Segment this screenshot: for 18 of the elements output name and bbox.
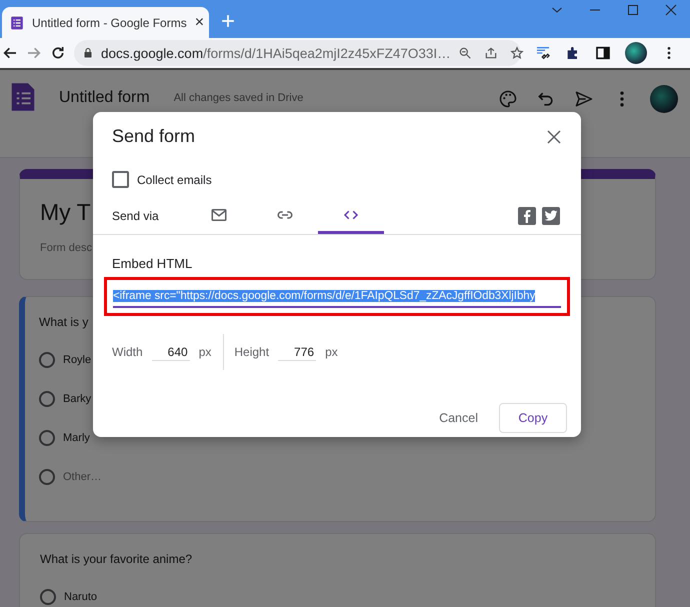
dialog-title: Send form [112,126,196,147]
tab-title: Untitled form - Google Forms [32,16,187,30]
section-title: Embed HTML [112,256,194,271]
option-label: Royle [63,354,92,366]
send-via-label: Send via [112,209,160,223]
url-text: docs.google.com/forms/d/1HAi5qea2mjI2z45xFZ47O33I… [101,46,451,60]
option-label: Naruto [64,590,98,602]
option-label: Other… [63,470,102,482]
question-title: What is y [39,315,90,329]
size-label: Height [234,345,270,359]
option-label: Barky [63,392,92,404]
unit-label: px [198,345,212,359]
checkbox-label: Collect emails [137,172,212,186]
save-status: All changes saved in Drive [174,92,304,104]
unit-label: px [325,345,338,359]
option-label: Marly [63,432,90,444]
question-title: What is your favorite anime? [40,552,194,566]
size-label: Width [112,345,143,359]
